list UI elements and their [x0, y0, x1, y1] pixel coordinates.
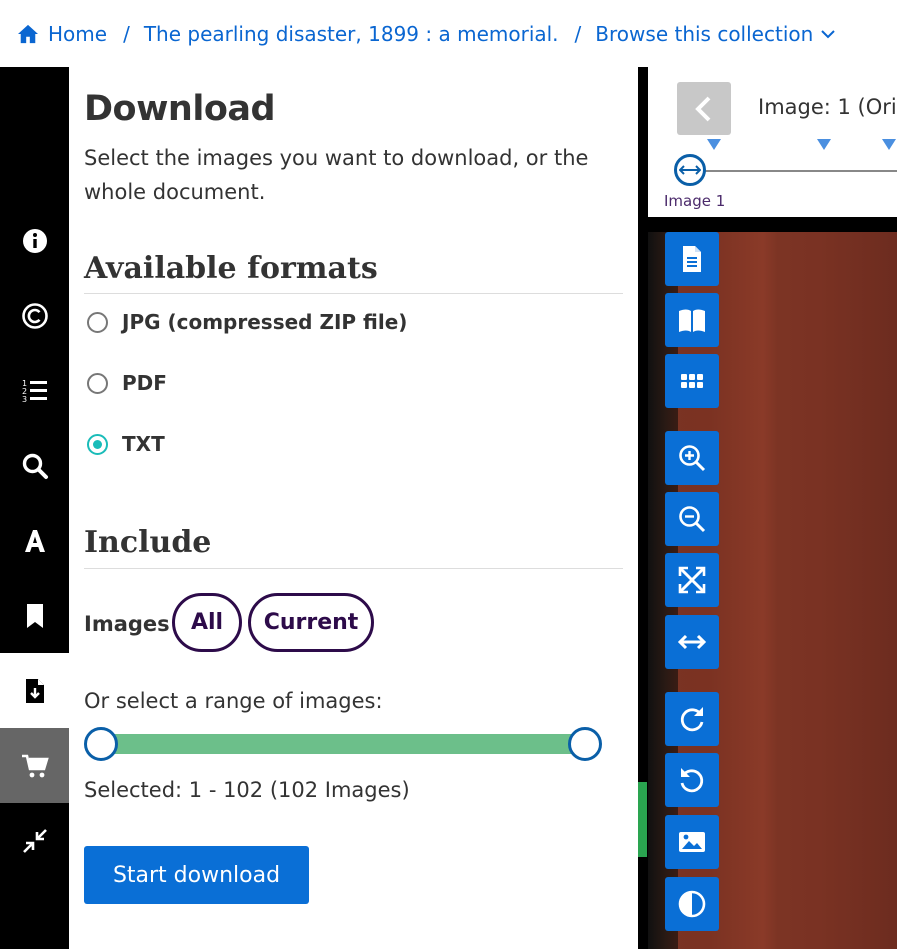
fullscreen-button[interactable] — [665, 553, 719, 607]
rotate-left-icon — [680, 768, 704, 793]
contrast-icon — [678, 890, 706, 918]
info-icon — [22, 228, 47, 253]
sidebar-rail: 123 — [0, 67, 69, 949]
breadcrumb-home-label: Home — [48, 21, 108, 46]
divider — [84, 293, 623, 294]
book-icon — [679, 309, 705, 332]
image-title: Image: 1 (Orig — [758, 95, 897, 119]
bookmark-icon — [26, 603, 43, 628]
format-option-jpg[interactable]: JPG (compressed ZIP file) — [87, 310, 407, 334]
sidebar-item-collapse[interactable] — [0, 803, 69, 878]
zoom-in-button[interactable] — [665, 431, 719, 485]
divider — [84, 568, 623, 569]
download-intro: Select the images you want to download, … — [84, 146, 589, 204]
breadcrumb-separator: / — [123, 21, 130, 46]
range-label: Or select a range of images: — [84, 689, 383, 713]
image-icon — [679, 832, 705, 852]
sidebar-item-bookmark[interactable] — [0, 578, 69, 653]
fit-width-button[interactable] — [665, 615, 719, 669]
zoom-out-icon — [679, 506, 706, 533]
include-heading: Include — [84, 525, 212, 560]
grid-view-button[interactable] — [665, 354, 719, 408]
all-images-button[interactable]: All — [172, 593, 242, 652]
sidebar-item-contents[interactable]: 123 — [0, 353, 69, 428]
zoom-in-icon — [679, 445, 706, 472]
viewer-side-tab[interactable] — [638, 782, 647, 857]
range-end-handle[interactable] — [568, 727, 602, 761]
timeline-handle[interactable] — [674, 154, 706, 186]
file-download-icon — [25, 678, 44, 703]
previous-image-button[interactable] — [677, 82, 731, 135]
document-icon — [683, 246, 701, 272]
start-download-button[interactable]: Start download — [84, 846, 309, 904]
format-label-txt: TXT — [122, 432, 165, 456]
range-start-handle[interactable] — [84, 727, 118, 761]
breadcrumb-separator: / — [574, 21, 582, 46]
font-icon — [24, 529, 45, 552]
radio-txt[interactable] — [87, 433, 108, 455]
arrows-horizontal-icon — [679, 165, 701, 175]
sidebar-item-search[interactable] — [0, 428, 69, 503]
radio-jpg[interactable] — [87, 311, 108, 333]
copyright-icon — [21, 302, 48, 329]
sidebar-item-text[interactable] — [0, 503, 69, 578]
compress-icon — [22, 828, 47, 853]
rotate-left-button[interactable] — [665, 753, 719, 807]
image-adjust-button[interactable] — [665, 815, 719, 869]
rotate-right-button[interactable] — [665, 692, 719, 746]
svg-text:3: 3 — [22, 395, 27, 404]
format-label-jpg: JPG (compressed ZIP file) — [122, 310, 408, 334]
chevron-left-icon — [695, 96, 711, 121]
breadcrumb-document[interactable]: The pearling disaster, 1899 : a memorial… — [144, 22, 559, 46]
breadcrumb-browse-label: Browse this collection — [595, 21, 814, 46]
selected-range-text: Selected: 1 - 102 (102 Images) — [84, 778, 410, 802]
sidebar-item-info[interactable] — [0, 203, 69, 278]
fit-width-icon — [677, 634, 707, 650]
breadcrumb-home[interactable]: Home — [17, 22, 107, 46]
cart-icon — [21, 754, 49, 777]
timeline-label: Image 1 — [664, 192, 726, 210]
fullscreen-icon — [678, 566, 706, 594]
current-image-button[interactable]: Current — [248, 593, 374, 652]
radio-pdf[interactable] — [87, 372, 108, 394]
grid-icon — [681, 374, 703, 388]
image-timeline — [690, 170, 897, 172]
contrast-button[interactable] — [665, 877, 719, 931]
format-option-txt[interactable]: TXT — [87, 432, 165, 456]
sidebar-item-download[interactable] — [0, 653, 69, 728]
sidebar-item-cart[interactable] — [0, 728, 69, 803]
download-title: Download — [84, 89, 276, 129]
format-label-pdf: PDF — [122, 371, 167, 395]
format-option-pdf[interactable]: PDF — [87, 371, 167, 395]
formats-heading: Available formats — [84, 251, 378, 286]
rotate-right-icon — [680, 707, 704, 732]
download-panel: Download Select the images you want to d… — [69, 67, 638, 949]
sidebar-item-copyright[interactable] — [0, 278, 69, 353]
ordered-list-icon: 123 — [22, 379, 47, 404]
image-viewer: Image: 1 (Orig Image 1 — [638, 67, 897, 949]
single-page-view-button[interactable] — [665, 232, 719, 286]
breadcrumb-browse-collection[interactable]: Browse this collection — [595, 21, 836, 46]
zoom-out-button[interactable] — [665, 492, 719, 546]
viewer-header: Image: 1 (Orig Image 1 — [648, 67, 897, 217]
images-label: Images — [84, 612, 170, 636]
search-icon — [22, 453, 48, 479]
timeline-marker — [817, 139, 831, 150]
slider-track — [101, 734, 586, 754]
breadcrumb: Home / The pearling disaster, 1899 : a m… — [0, 0, 897, 67]
timeline-marker — [707, 139, 721, 150]
image-range-slider[interactable] — [84, 724, 604, 764]
chevron-down-icon — [821, 29, 836, 38]
timeline-marker — [882, 139, 896, 150]
book-view-button[interactable] — [665, 293, 719, 347]
home-icon — [18, 24, 38, 43]
